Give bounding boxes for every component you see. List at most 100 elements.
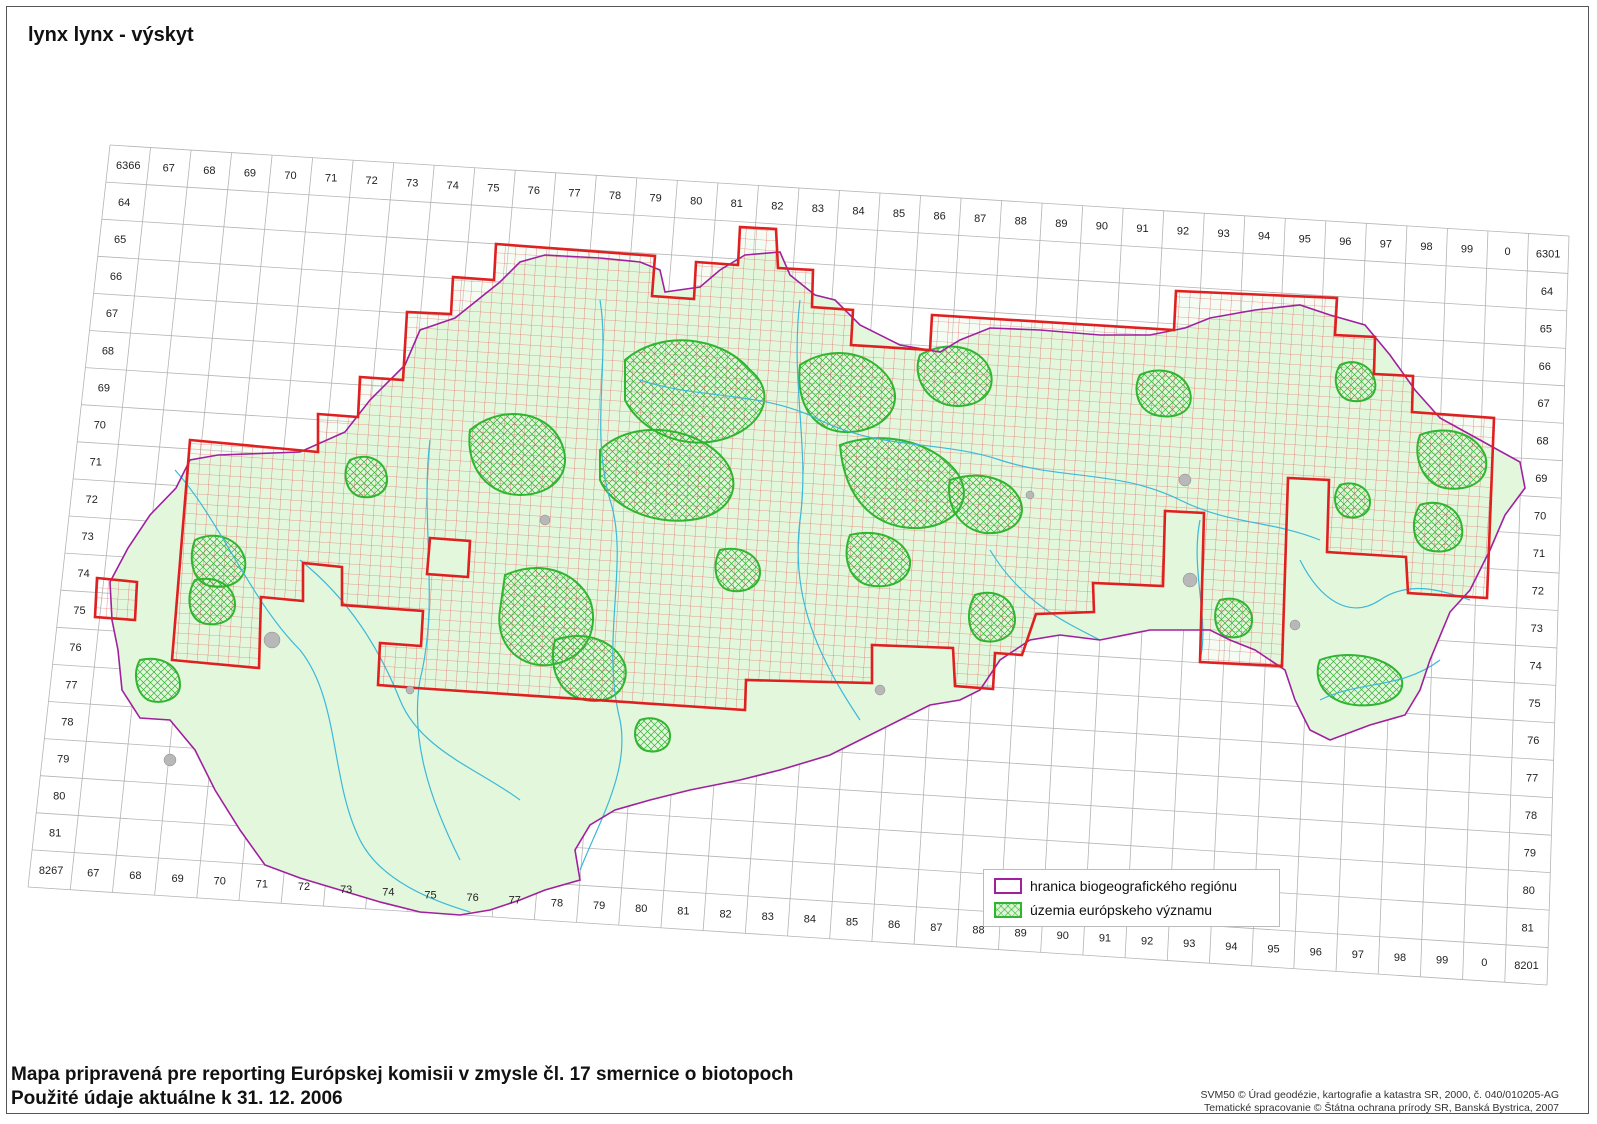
grid-label-bottom: 98 (1394, 952, 1406, 964)
footer-data-date: Použité údaje aktuálne k 31. 12. 2006 (11, 1088, 343, 1109)
grid-label-bottom: 8201 (1514, 960, 1538, 972)
grid-label-left: 77 (65, 679, 77, 691)
grid-label-right: 66 (1539, 361, 1551, 373)
grid-label-bottom: 92 (1141, 935, 1153, 947)
map-credits: SVM50 © Úrad geodézie, kartografie a kat… (1200, 1089, 1559, 1115)
grid-label-bottom: 83 (762, 911, 774, 923)
grid-label-top: 99 (1461, 243, 1473, 255)
grid-label-right: 75 (1528, 698, 1540, 710)
grid-line-horizontal (105, 181, 1568, 274)
grid-label-bottom: 84 (804, 914, 816, 926)
grid-label-top: 78 (609, 190, 621, 202)
grid-label-top: 95 (1299, 233, 1311, 245)
grid-label-right: 65 (1540, 323, 1552, 335)
grid-line-horizontal (32, 849, 1549, 948)
grid-label-bottom: 96 (1310, 946, 1322, 958)
grid-label-top: 69 (244, 167, 256, 179)
grid-label-left: 75 (73, 605, 85, 617)
grid-label-bottom: 81 (677, 906, 689, 918)
grid-label-top: 76 (528, 185, 540, 197)
grid-label-bottom: 78 (551, 897, 563, 909)
grid-label-left: 65 (114, 234, 126, 246)
grid-label-bottom: 67 (87, 868, 99, 880)
region-boundary-swatch-icon (994, 878, 1022, 894)
grid-line-horizontal (27, 886, 1548, 986)
grid-label-left: 78 (61, 716, 73, 728)
legend-region-label: hranica biogeografického regiónu (1030, 878, 1238, 894)
legend-sci-label: územia európskeho významu (1030, 902, 1213, 918)
grid-label-top: 70 (284, 170, 296, 182)
grid-label-top: 81 (731, 198, 743, 210)
sci-sites-swatch-icon (994, 902, 1022, 918)
grid-label-top: 90 (1096, 221, 1108, 233)
grid-label-bottom: 90 (1057, 930, 1069, 942)
grid-label-top: 73 (406, 178, 418, 190)
grid-label-top: 93 (1217, 228, 1229, 240)
grid-label-top: 83 (812, 203, 824, 215)
grid-label-left: 64 (118, 197, 130, 209)
grid-label-right: 73 (1531, 623, 1543, 635)
grid-label-bottom: 80 (635, 903, 647, 915)
grid-label-top: 79 (650, 193, 662, 205)
map-canvas: 6366 67 68 69 70 71 72 73 74 75 76 77 78 79 80 81 82 83 84… (27, 144, 1570, 986)
grid-label-bottom: 69 (171, 873, 183, 885)
grid-label-top: 6366 (116, 160, 140, 172)
grid-label-bottom: 72 (298, 881, 310, 893)
footer-purpose-text: Mapa pripravená pre reporting Európskej … (11, 1064, 794, 1085)
map-footer: Mapa pripravená pre reporting Európskej … (11, 1063, 793, 1111)
grid-label-right: 70 (1534, 511, 1546, 523)
grid-label-top: 87 (974, 213, 986, 225)
grid-label-top: 80 (690, 195, 702, 207)
grid-label-bottom: 85 (846, 916, 858, 928)
grid-label-top: 84 (852, 205, 864, 217)
grid-label-top: 71 (325, 172, 337, 184)
grid-line-horizontal (109, 144, 1570, 237)
grid-label-right: 68 (1536, 436, 1548, 448)
grid-label-top: 92 (1177, 226, 1189, 238)
grid-label-left: 73 (82, 531, 94, 543)
grid-label-top: 98 (1420, 241, 1432, 253)
grid-label-left: 81 (49, 828, 61, 840)
grid-label-top: 96 (1339, 236, 1351, 248)
map-legend: hranica biogeografického regiónu územia … (983, 869, 1280, 927)
grid-label-top: 67 (163, 162, 175, 174)
grid-label-top: 75 (487, 183, 499, 195)
grid-label-left: 69 (98, 382, 110, 394)
grid-label-right: 81 (1521, 922, 1533, 934)
grid-label-top: 88 (1015, 216, 1027, 228)
grid-label-top: 72 (366, 175, 378, 187)
grid-label-bottom: 77 (509, 895, 521, 907)
grid-label-bottom: 0 (1481, 957, 1487, 969)
grid-label-right: 78 (1525, 810, 1537, 822)
grid-label-left: 79 (57, 753, 69, 765)
legend-item-region: hranica biogeografického regiónu (994, 876, 1237, 896)
grid-label-left: 76 (69, 642, 81, 654)
grid-label-top: 89 (1055, 218, 1067, 230)
grid-label-bottom: 76 (467, 892, 479, 904)
grid-label-bottom: 79 (593, 900, 605, 912)
grid-label-right: 69 (1535, 473, 1547, 485)
grid-label-bottom: 89 (1015, 927, 1027, 939)
grid-label-right: 80 (1523, 885, 1535, 897)
occurrence-gap (425, 536, 472, 579)
grid-label-bottom: 73 (340, 884, 352, 896)
grid-label-top: 68 (203, 165, 215, 177)
credit-thematic: Tematické spracovanie © Štátna ochrana p… (1204, 1102, 1559, 1114)
grid-label-bottom: 86 (888, 919, 900, 931)
grid-label-right: 77 (1526, 773, 1538, 785)
grid-label-bottom: 91 (1099, 933, 1111, 945)
grid-label-top: 86 (933, 210, 945, 222)
grid-label-left: 74 (77, 568, 89, 580)
grid-label-bottom: 95 (1267, 944, 1279, 956)
legend-item-sci: územia európskeho významu (994, 900, 1212, 920)
grid-label-left: 67 (106, 308, 118, 320)
grid-label-bottom: 70 (214, 876, 226, 888)
grid-label-bottom: 97 (1352, 949, 1364, 961)
grid-label-top: 77 (568, 188, 580, 200)
grid-label-bottom: 75 (424, 889, 436, 901)
grid-label-right: 67 (1537, 398, 1549, 410)
grid-label-bottom: 74 (382, 887, 394, 899)
grid-label-left: 70 (94, 420, 106, 432)
grid-label-top: 0 (1505, 246, 1511, 258)
grid-line-horizontal (101, 218, 1567, 312)
